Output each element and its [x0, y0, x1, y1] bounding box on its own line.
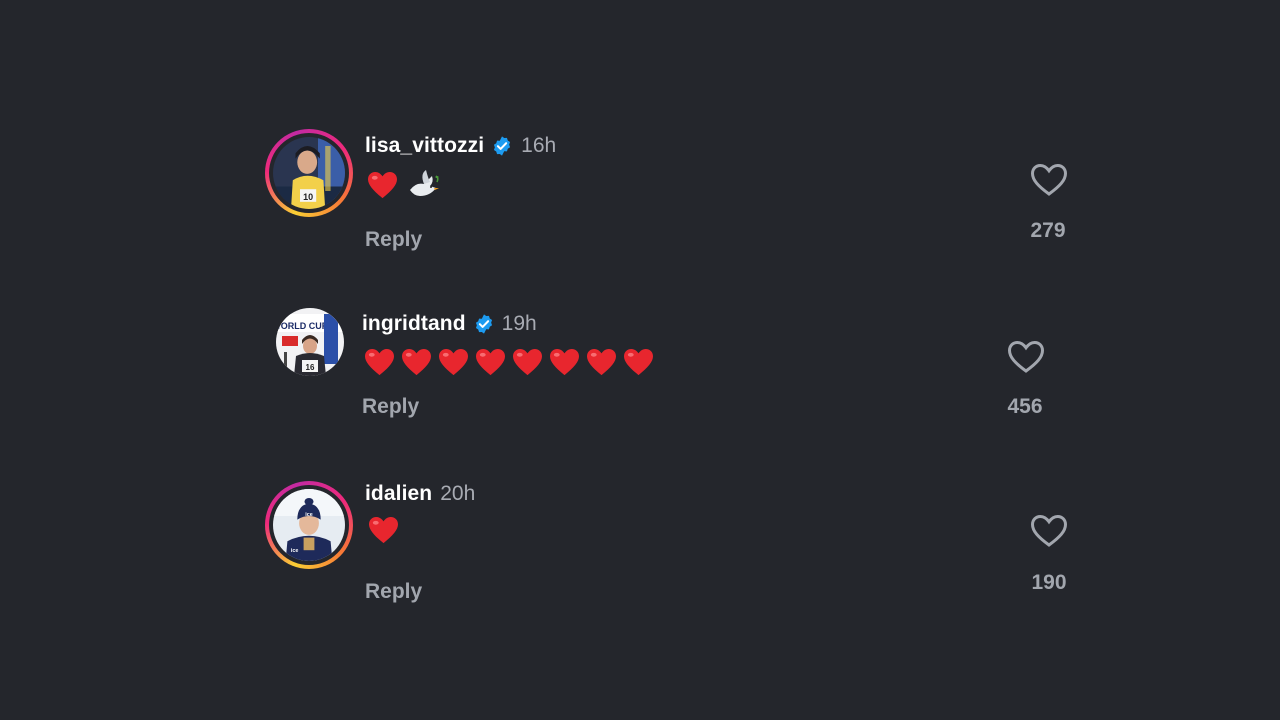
comment-text [368, 516, 399, 545]
avatar-image: WORLD CUP 16 [276, 308, 344, 376]
avatar[interactable]: WORLD CUP 16 [276, 308, 344, 376]
username[interactable]: idalien [365, 482, 432, 506]
like-heart-icon[interactable] [1030, 514, 1068, 548]
avatar[interactable]: ice ice [265, 481, 353, 569]
comment-timestamp: 19h [501, 312, 537, 335]
verified-badge-icon [475, 314, 492, 334]
red-heart-emoji [439, 348, 468, 376]
like-count: 190 [1031, 571, 1067, 594]
comment-header: idalien 20h [365, 482, 475, 506]
red-heart-emoji [587, 348, 616, 376]
avatar[interactable]: 10 [265, 129, 353, 217]
username[interactable]: ingridtand [362, 312, 466, 336]
red-heart-emoji [365, 348, 394, 376]
comment-timestamp: 16h [521, 134, 557, 157]
comment-header: lisa_vittozzi 16h [365, 134, 556, 158]
svg-text:10: 10 [303, 192, 313, 202]
comment-header: ingridtand 19h [362, 312, 537, 336]
red-heart-emoji [624, 348, 653, 376]
svg-text:ice: ice [305, 512, 312, 518]
like-heart-icon[interactable] [1007, 340, 1045, 374]
username[interactable]: lisa_vittozzi [365, 134, 484, 158]
avatar-image: ice ice [273, 489, 345, 561]
like-heart-icon[interactable] [1030, 163, 1068, 197]
red-heart-emoji [550, 348, 579, 376]
reply-button[interactable]: Reply [365, 580, 422, 604]
red-heart-emoji [368, 171, 397, 198]
svg-text:16: 16 [306, 363, 315, 372]
red-heart-emoji [476, 348, 505, 376]
svg-text:WORLD CUP: WORLD CUP [276, 321, 328, 331]
red-heart-emoji [402, 348, 431, 376]
comment-text [364, 348, 654, 377]
svg-text:ice: ice [291, 548, 298, 554]
comment-timestamp: 20h [440, 482, 476, 505]
like-count: 279 [1030, 219, 1066, 242]
dove-emoji [410, 170, 439, 196]
reply-button[interactable]: Reply [362, 395, 419, 419]
red-heart-emoji [513, 348, 542, 376]
red-heart-emoji [369, 516, 398, 544]
like-count: 456 [1007, 395, 1043, 418]
comment-text [367, 168, 440, 202]
avatar-image: 10 [273, 137, 345, 209]
reply-button[interactable]: Reply [365, 228, 422, 252]
verified-badge-icon [494, 136, 511, 156]
